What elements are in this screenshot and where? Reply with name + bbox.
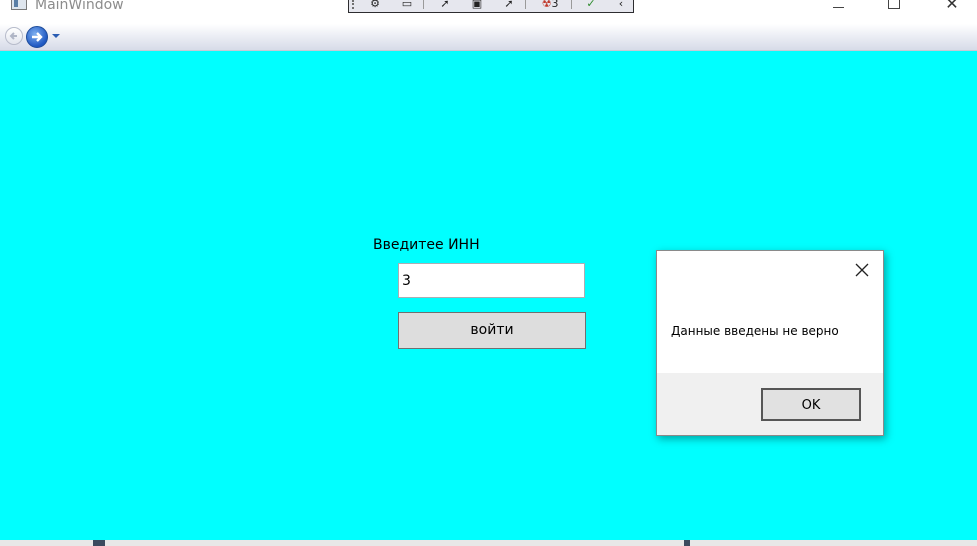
binding-failures-icon[interactable]: ☢3 xyxy=(535,0,565,10)
maximize-icon xyxy=(888,0,900,9)
hot-reload-check-icon[interactable]: ✓ xyxy=(581,0,601,10)
arrow-right-icon xyxy=(32,32,43,42)
taskbar-strip xyxy=(0,540,977,546)
dialog-close-button[interactable] xyxy=(853,261,871,279)
taskbar-marker xyxy=(684,540,690,546)
close-window-button[interactable]: ✕ xyxy=(929,0,975,18)
dialog-message: Данные введены не верно xyxy=(671,324,839,338)
app-window-icon xyxy=(11,0,27,10)
title-bar: MainWindow ⚙ ▭ ➚ ▣ ➚ ☢3 ✓ ‹ ✕ xyxy=(0,0,977,24)
toolbar-separator xyxy=(423,0,424,9)
inn-input[interactable] xyxy=(398,263,585,298)
collapse-toolbar-icon[interactable]: ‹ xyxy=(611,0,631,10)
ok-button[interactable]: OK xyxy=(761,388,861,421)
toolbar-separator xyxy=(571,0,572,9)
main-window: MainWindow ⚙ ▭ ➚ ▣ ➚ ☢3 ✓ ‹ ✕ Введитее И… xyxy=(0,0,977,546)
track-focus-icon[interactable]: ➚ xyxy=(499,0,519,10)
taskbar-marker xyxy=(93,540,105,546)
forward-button[interactable] xyxy=(26,26,48,48)
navigation-bar xyxy=(0,24,977,51)
maximize-button[interactable] xyxy=(871,0,917,18)
debug-toolbar: ⚙ ▭ ➚ ▣ ➚ ☢3 ✓ ‹ xyxy=(348,0,634,13)
login-button[interactable]: войти xyxy=(398,312,586,349)
minimize-icon xyxy=(832,7,844,8)
back-button[interactable] xyxy=(5,27,23,45)
close-icon: ✕ xyxy=(945,0,959,13)
arrow-left-icon xyxy=(9,32,17,40)
history-dropdown-icon[interactable] xyxy=(52,34,60,38)
live-visual-tree-icon[interactable]: ⚙ xyxy=(365,0,385,10)
window-title: MainWindow xyxy=(35,0,124,13)
minimize-button[interactable] xyxy=(815,0,861,18)
dialog-footer: OK xyxy=(657,373,883,435)
select-element-icon[interactable]: ➚ xyxy=(435,0,455,10)
toolbar-separator xyxy=(525,0,526,9)
message-box-dialog: Данные введены не верно OK xyxy=(656,250,884,436)
toolbar-grip-icon[interactable] xyxy=(352,0,357,9)
close-icon xyxy=(855,263,869,277)
binding-failures-count: 3 xyxy=(551,0,559,10)
camera-icon[interactable]: ▭ xyxy=(397,0,417,10)
inn-label: Введитее ИНН xyxy=(373,237,480,253)
display-adorners-icon[interactable]: ▣ xyxy=(467,0,487,10)
